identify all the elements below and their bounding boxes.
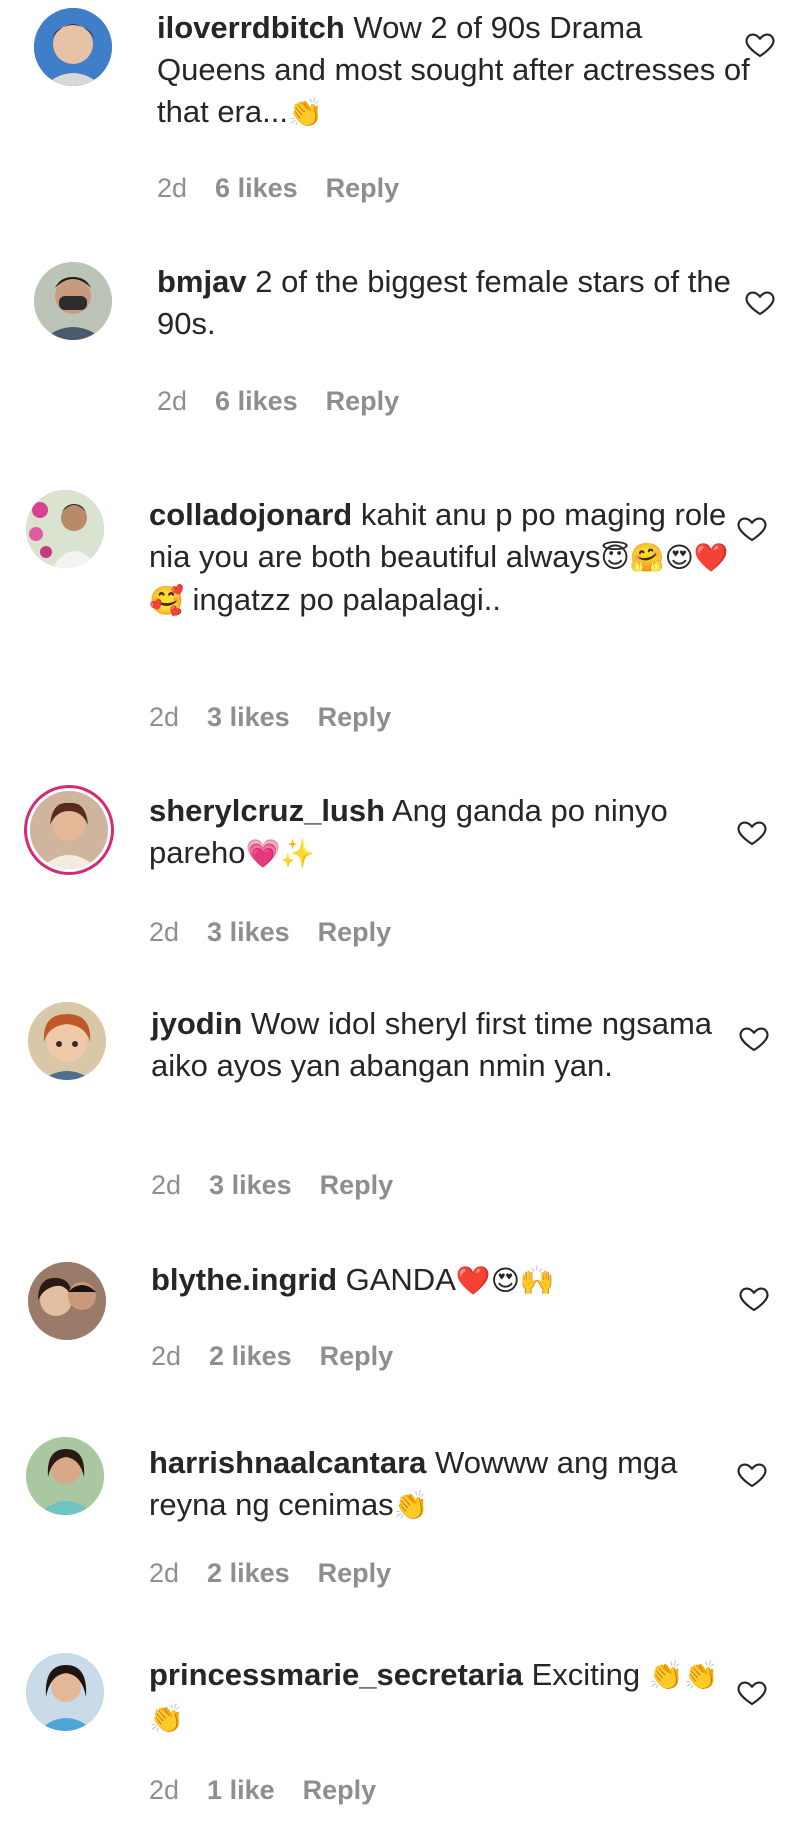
comment-time[interactable]: 2d bbox=[149, 917, 179, 948]
avatar[interactable] bbox=[34, 262, 112, 340]
avatar[interactable] bbox=[28, 1262, 106, 1340]
comment-likes[interactable]: 6 likes bbox=[215, 173, 298, 204]
heart-icon[interactable] bbox=[736, 1676, 768, 1708]
heart-icon[interactable] bbox=[744, 28, 776, 60]
avatar[interactable] bbox=[26, 490, 104, 568]
reply-button[interactable]: Reply bbox=[320, 1170, 394, 1201]
avatar[interactable] bbox=[26, 1437, 104, 1515]
comment-time[interactable]: 2d bbox=[149, 1558, 179, 1589]
reply-button[interactable]: Reply bbox=[318, 702, 392, 733]
avatar[interactable] bbox=[34, 8, 112, 86]
comment-username[interactable]: bmjav bbox=[157, 264, 247, 299]
comment-time[interactable]: 2d bbox=[151, 1170, 181, 1201]
comment-emoji: 👏 bbox=[287, 96, 323, 129]
heart-icon[interactable] bbox=[736, 1458, 768, 1490]
comment-time[interactable]: 2d bbox=[149, 1775, 179, 1806]
comment-time[interactable]: 2d bbox=[157, 386, 187, 417]
comment-text-continued: ingatzz po palapalagi.. bbox=[183, 582, 501, 617]
comment-emoji: ❤️😍🙌 bbox=[455, 1264, 555, 1297]
avatar-icon bbox=[28, 1002, 106, 1080]
comment-time[interactable]: 2d bbox=[151, 1341, 181, 1372]
comment-likes[interactable]: 2 likes bbox=[207, 1558, 290, 1589]
avatar[interactable] bbox=[26, 1653, 104, 1731]
comment-username[interactable]: iloverrdbitch bbox=[157, 10, 345, 45]
comment-meta: 2d 3 likes Reply bbox=[149, 702, 391, 733]
heart-icon[interactable] bbox=[738, 1282, 770, 1314]
avatar[interactable] bbox=[30, 791, 108, 869]
comment-username[interactable]: sherylcruz_lush bbox=[149, 793, 385, 828]
avatar-icon bbox=[26, 490, 104, 568]
comment-emoji: 💗✨ bbox=[245, 837, 316, 870]
comment-emoji: 👏 bbox=[393, 1489, 429, 1522]
reply-button[interactable]: Reply bbox=[326, 173, 400, 204]
avatar[interactable] bbox=[28, 1002, 106, 1080]
comment-username[interactable]: princessmarie_secretaria bbox=[149, 1657, 523, 1692]
comment-username[interactable]: jyodin bbox=[151, 1006, 242, 1041]
comment-text: Exciting bbox=[531, 1657, 641, 1692]
comment-username[interactable]: harrishnaalcantara bbox=[149, 1445, 426, 1480]
comment-time[interactable]: 2d bbox=[149, 702, 179, 733]
avatar-icon bbox=[30, 791, 108, 869]
heart-icon[interactable] bbox=[736, 816, 768, 848]
comment-username[interactable]: colladojonard bbox=[149, 497, 352, 532]
comment-meta: 2d 2 likes Reply bbox=[151, 1341, 393, 1372]
heart-icon[interactable] bbox=[744, 286, 776, 318]
heart-icon[interactable] bbox=[736, 512, 768, 544]
comment-likes[interactable]: 3 likes bbox=[207, 917, 290, 948]
comment-meta: 2d 2 likes Reply bbox=[149, 1558, 391, 1589]
avatar-icon bbox=[34, 262, 112, 340]
comment-likes[interactable]: 2 likes bbox=[209, 1341, 292, 1372]
avatar-icon bbox=[34, 8, 112, 86]
comment-username[interactable]: blythe.ingrid bbox=[151, 1262, 337, 1297]
heart-icon[interactable] bbox=[738, 1022, 770, 1054]
comment-meta: 2d 6 likes Reply bbox=[157, 173, 399, 204]
comment-likes[interactable]: 1 like bbox=[207, 1775, 275, 1806]
reply-button[interactable]: Reply bbox=[303, 1775, 377, 1806]
avatar-icon bbox=[26, 1437, 104, 1515]
reply-button[interactable]: Reply bbox=[326, 386, 400, 417]
reply-button[interactable]: Reply bbox=[318, 1558, 392, 1589]
avatar-icon bbox=[26, 1653, 104, 1731]
comment-likes[interactable]: 6 likes bbox=[215, 386, 298, 417]
comment-meta: 2d 3 likes Reply bbox=[149, 917, 391, 948]
comment-time[interactable]: 2d bbox=[157, 173, 187, 204]
avatar-icon bbox=[28, 1262, 106, 1340]
comment-likes[interactable]: 3 likes bbox=[207, 702, 290, 733]
reply-button[interactable]: Reply bbox=[320, 1341, 394, 1372]
comment-likes[interactable]: 3 likes bbox=[209, 1170, 292, 1201]
comment-meta: 2d 1 like Reply bbox=[149, 1775, 376, 1806]
comment-text: GANDA bbox=[345, 1262, 456, 1297]
comment-meta: 2d 6 likes Reply bbox=[157, 386, 399, 417]
reply-button[interactable]: Reply bbox=[318, 917, 392, 948]
comment-meta: 2d 3 likes Reply bbox=[151, 1170, 393, 1201]
